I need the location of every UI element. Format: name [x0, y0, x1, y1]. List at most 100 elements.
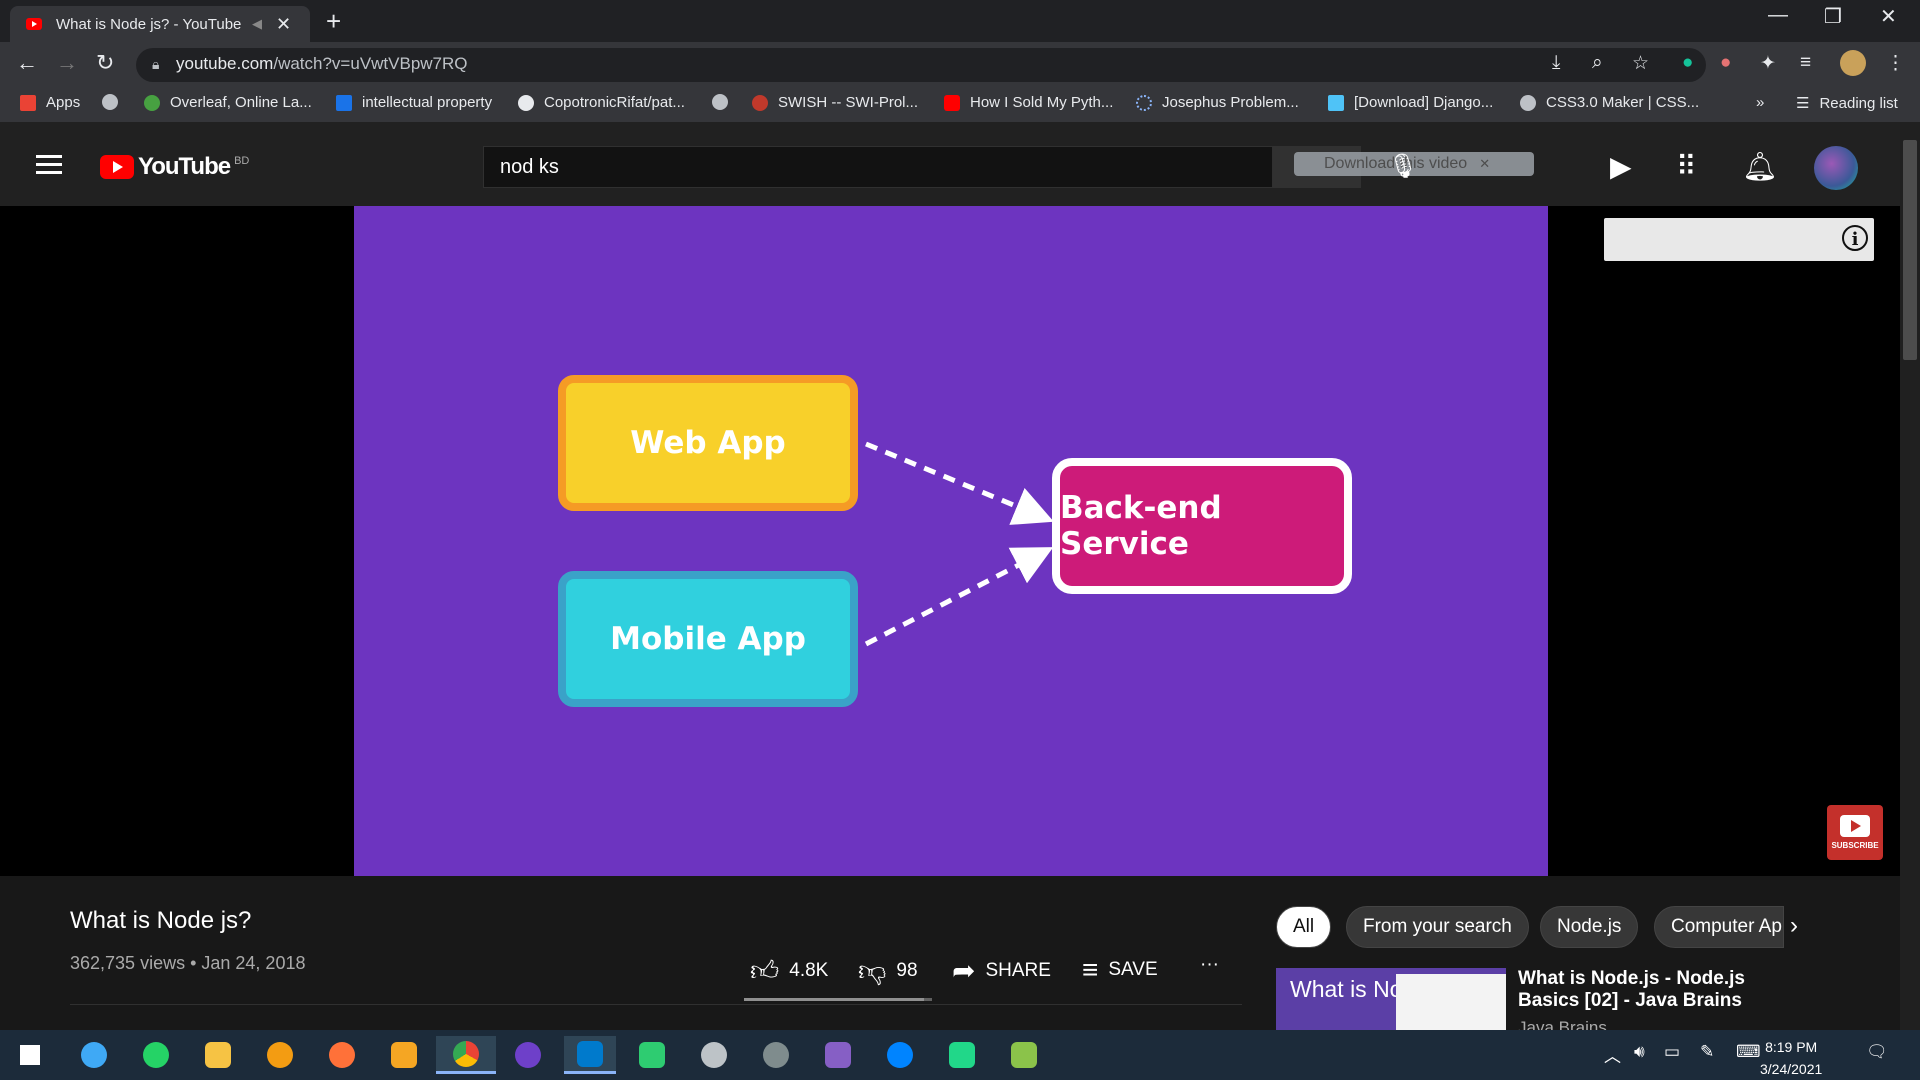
search-input[interactable] — [483, 146, 1273, 188]
more-bookmarks-button[interactable]: » — [1756, 94, 1764, 111]
profile-icon[interactable] — [1840, 50, 1866, 76]
pen-icon[interactable]: ✎ — [1700, 1042, 1714, 1062]
view-count: 362,735 views — [70, 953, 186, 973]
dislike-count: 98 — [896, 960, 918, 981]
forward-icon[interactable]: → — [56, 50, 78, 76]
install-icon[interactable]: ⤓ — [1552, 52, 1560, 74]
chip-all[interactable]: All — [1276, 906, 1332, 948]
bookmark-django[interactable]: [Download] Django... — [1328, 94, 1493, 111]
apps-grid-icon[interactable]: ⠿ — [1676, 150, 1697, 183]
like-button[interactable]: 👍︎ 4.8K — [750, 954, 828, 988]
chip-nodejs[interactable]: Node.js — [1540, 906, 1639, 948]
github-desktop-icon[interactable] — [506, 1036, 550, 1074]
tray-chevron-icon[interactable]: ︿ — [1604, 1042, 1621, 1067]
app-icon-2[interactable] — [754, 1036, 798, 1074]
bookmark-overleaf[interactable]: Overleaf, Online La... — [144, 94, 312, 111]
tab-audio-icon[interactable]: ◀ — [252, 16, 262, 32]
share-label: SHARE — [985, 959, 1051, 981]
arrow-mobile-to-backend — [864, 547, 1054, 647]
more-actions-button[interactable]: ··· — [1200, 954, 1219, 976]
related-video-thumbnail[interactable]: What is Node.js? — [1276, 968, 1506, 1030]
divider — [70, 1004, 1242, 1005]
playlist-add-icon: ≡ — [1082, 954, 1099, 985]
dislike-button[interactable]: 👎︎ 98 — [858, 954, 918, 988]
volume-icon[interactable]: 🔊︎ — [1634, 1042, 1645, 1062]
bookmark-apps[interactable]: Apps — [20, 94, 80, 111]
tab-close-icon[interactable]: ✕ — [276, 14, 291, 35]
upload-date: Jan 24, 2018 — [201, 953, 306, 973]
chevron-right-icon[interactable]: › — [1790, 912, 1798, 940]
visual-studio-icon[interactable] — [816, 1036, 860, 1074]
related-video-title[interactable]: What is Node.js - Node.js Basics [02] - … — [1518, 968, 1778, 1012]
new-tab-button[interactable]: + — [326, 6, 341, 37]
search-value[interactable]: nod ks — [500, 156, 559, 179]
extension-icon[interactable]: ● — [1720, 52, 1731, 74]
security-app-icon[interactable] — [258, 1036, 302, 1074]
notification-center-icon[interactable]: 🗨︎ — [1866, 1042, 1888, 1062]
menu-kebab-icon[interactable]: ⋮ — [1886, 52, 1905, 75]
vscode-icon[interactable] — [564, 1036, 616, 1074]
bookmark-swish[interactable]: SWISH -- SWI-Prol... — [752, 94, 918, 111]
video-info: 362,735 views • Jan 24, 2018 — [70, 953, 306, 973]
avatar[interactable] — [1814, 146, 1858, 190]
bookmark-label: [Download] Django... — [1354, 94, 1494, 111]
chrome-icon[interactable] — [436, 1036, 496, 1074]
pycharm-icon[interactable] — [940, 1036, 984, 1074]
network-icon[interactable]: ▭ — [1664, 1042, 1680, 1062]
url-text[interactable]: youtube.com/watch?v=uVwtVBpw7RQ — [176, 54, 468, 74]
browser-tab[interactable]: What is Node js? - YouTube ◀ ✕ — [10, 6, 310, 42]
restore-icon[interactable]: ❐ — [1824, 4, 1842, 29]
like-count: 4.8K — [789, 960, 829, 981]
bookmark-youtube[interactable]: How I Sold My Pyth... — [944, 94, 1113, 111]
bookmark-css3-maker[interactable]: CSS3.0 Maker | CSS... — [1520, 94, 1699, 111]
info-icon[interactable]: i — [1842, 225, 1868, 251]
save-button[interactable]: ≡ SAVE — [1082, 954, 1158, 986]
guide-menu-icon[interactable] — [36, 155, 62, 175]
media-control-icon[interactable]: ≡ — [1800, 52, 1811, 74]
backend-service-box: Back-end Service — [1052, 458, 1352, 594]
app-icon[interactable] — [692, 1036, 736, 1074]
grammarly-icon[interactable]: ● — [1682, 52, 1693, 74]
bookmark-josephus[interactable]: Josephus Problem... — [1136, 94, 1299, 111]
bookmark-star-icon[interactable]: ☆ — [1632, 52, 1649, 75]
task-app-icon[interactable] — [72, 1036, 116, 1074]
diagram-arrows — [864, 441, 1054, 647]
minimize-icon[interactable]: — — [1768, 4, 1788, 27]
clock[interactable]: 8:19 PM 3/24/2021 — [1760, 1036, 1822, 1080]
tab-title: What is Node js? - YouTube — [56, 15, 242, 33]
media-app-icon[interactable] — [382, 1036, 426, 1074]
share-button[interactable]: ➦ SHARE — [952, 954, 1051, 987]
messenger-icon[interactable] — [878, 1036, 922, 1074]
close-icon[interactable]: ✕ — [1479, 156, 1490, 172]
zoom-icon[interactable]: ⌕ — [1592, 52, 1603, 74]
extensions-puzzle-icon[interactable]: ✦ — [1760, 52, 1776, 75]
bookmark-intellectual-property[interactable]: intellectual property — [336, 94, 492, 111]
reload-icon[interactable]: ↻ — [96, 50, 114, 76]
scrollbar-thumb[interactable] — [1903, 140, 1917, 360]
microphone-icon[interactable]: 🎙︎ — [1388, 152, 1418, 181]
whatsapp-icon[interactable] — [134, 1036, 178, 1074]
reading-list-button[interactable]: ☰ Reading list — [1796, 94, 1898, 113]
back-icon[interactable]: ← — [16, 50, 38, 76]
chip-computer-ap[interactable]: Computer Ap — [1654, 906, 1784, 948]
close-window-icon[interactable]: ✕ — [1880, 4, 1897, 29]
keyboard-icon[interactable]: ⌨ — [1736, 1042, 1761, 1062]
notifications-bell-icon[interactable]: 🔔︎ — [1742, 150, 1778, 183]
map-app-icon[interactable] — [630, 1036, 674, 1074]
windows-start-icon[interactable] — [8, 1036, 52, 1074]
bookmark-globe-2[interactable] — [712, 94, 738, 110]
thumbnail-paper — [1396, 974, 1506, 1030]
reading-list-label: Reading list — [1819, 94, 1898, 112]
chip-from-your-search[interactable]: From your search — [1346, 906, 1529, 948]
youtube-logo[interactable]: YouTube BD — [100, 155, 249, 179]
create-video-icon[interactable]: ▶︎ — [1610, 150, 1632, 183]
lock-icon[interactable]: 🔒︎ — [152, 56, 159, 73]
file-explorer-icon[interactable] — [196, 1036, 240, 1074]
youtube-favicon-icon — [26, 18, 42, 30]
bookmark-globe[interactable] — [102, 94, 128, 110]
firefox-icon[interactable] — [320, 1036, 364, 1074]
editor-app-icon[interactable] — [1002, 1036, 1046, 1074]
bookmark-github[interactable]: CopotronicRifat/pat... — [518, 94, 685, 111]
subscribe-watermark[interactable]: SUBSCRIBE — [1827, 805, 1883, 860]
card-teaser[interactable] — [1604, 218, 1874, 261]
